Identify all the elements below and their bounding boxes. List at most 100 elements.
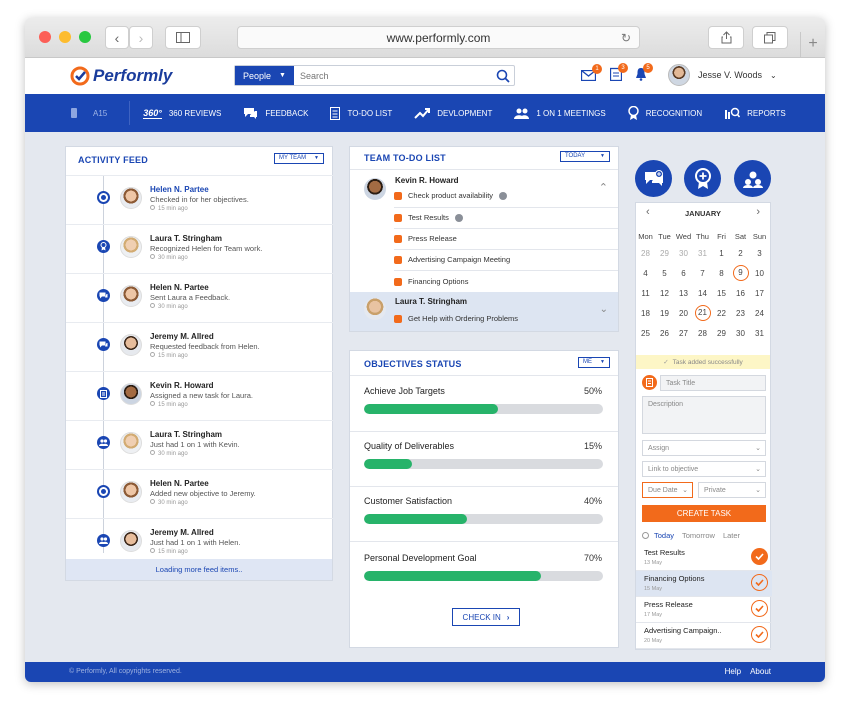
calendar-day[interactable]: 26 bbox=[655, 323, 674, 343]
calendar-day[interactable]: 21 bbox=[693, 303, 712, 323]
address-bar[interactable]: www.performly.com ↻ bbox=[237, 26, 640, 49]
menu-score[interactable]: A15 bbox=[71, 101, 131, 125]
logo[interactable]: Performly bbox=[69, 65, 172, 87]
menu-item-recognition[interactable]: RECOGNITION bbox=[627, 105, 702, 121]
task-complete-toggle[interactable] bbox=[751, 574, 768, 591]
calendar-day[interactable]: 4 bbox=[636, 263, 655, 283]
tabs-button[interactable] bbox=[752, 26, 788, 49]
close-window-button[interactable] bbox=[39, 31, 51, 43]
objective-row[interactable]: Customer Satisfaction 40% bbox=[350, 487, 618, 542]
calendar-day[interactable]: 15 bbox=[712, 283, 731, 303]
calendar-day[interactable]: 12 bbox=[655, 283, 674, 303]
menu-item-development[interactable]: DEVLOPMENT bbox=[414, 107, 492, 119]
task-description-input[interactable]: Description bbox=[642, 396, 766, 434]
calendar-day[interactable]: 3 bbox=[750, 243, 769, 263]
task-list-item[interactable]: Test Results 13 May bbox=[636, 545, 772, 571]
todo-task-laura[interactable]: Get Help with Ordering Problems bbox=[394, 314, 518, 323]
create-task-button[interactable]: CREATE TASK bbox=[642, 505, 766, 522]
tab-tomorrow[interactable]: Tomorrow bbox=[682, 531, 715, 540]
add-recognition-button[interactable] bbox=[684, 160, 721, 197]
add-feedback-button[interactable] bbox=[635, 160, 672, 197]
calendar-day[interactable]: 20 bbox=[674, 303, 693, 323]
calendar-day[interactable]: 30 bbox=[731, 323, 750, 343]
calendar-day[interactable]: 28 bbox=[636, 243, 655, 263]
calendar-day[interactable]: 23 bbox=[731, 303, 750, 323]
task-list-item[interactable]: Financing Options 15 May bbox=[636, 571, 772, 597]
feed-item[interactable]: Helen N. Partee Sent Laura a Feedback. 30 … bbox=[66, 273, 333, 322]
task-complete-toggle[interactable] bbox=[751, 548, 768, 565]
load-more-feed[interactable]: Loading more feed items.. bbox=[66, 559, 332, 580]
calendar-day[interactable]: 30 bbox=[674, 243, 693, 263]
link-objective-select[interactable]: Link to objective ⌄ bbox=[642, 461, 766, 477]
feed-item-name[interactable]: Helen N. Partee bbox=[150, 185, 209, 194]
feed-item-name[interactable]: Jeremy M. Allred bbox=[150, 332, 214, 341]
calendar-day[interactable]: 6 bbox=[674, 263, 693, 283]
chevron-up-icon[interactable]: ⌃ bbox=[599, 181, 608, 194]
new-tab-button[interactable]: + bbox=[800, 32, 825, 58]
minimize-window-button[interactable] bbox=[59, 31, 71, 43]
tab-later[interactable]: Later bbox=[723, 531, 740, 540]
calendar-day[interactable]: 14 bbox=[693, 283, 712, 303]
calendar-day[interactable]: 9 bbox=[731, 263, 750, 283]
objective-row[interactable]: Achieve Job Targets 50% bbox=[350, 377, 618, 432]
feed-item[interactable]: Laura T. Stringham Recognized Helen for T… bbox=[66, 224, 333, 273]
reload-icon[interactable]: ↻ bbox=[621, 27, 631, 49]
calendar-day[interactable]: 19 bbox=[655, 303, 674, 323]
search-scope-select[interactable]: People ▼ bbox=[235, 66, 294, 85]
calendar-day[interactable]: 28 bbox=[693, 323, 712, 343]
calendar-day[interactable]: 17 bbox=[750, 283, 769, 303]
calendar-day[interactable]: 22 bbox=[712, 303, 731, 323]
feed-item[interactable]: Laura T. Stringham Just had 1 on 1 with K… bbox=[66, 420, 333, 469]
menu-item-1on1[interactable]: 1 ON 1 MEETINGS bbox=[514, 108, 606, 119]
help-link[interactable]: Help bbox=[725, 662, 741, 682]
objectives-filter[interactable]: ME ▼ bbox=[578, 357, 610, 368]
team-todo-filter[interactable]: TODAY ▼ bbox=[560, 151, 610, 162]
feed-item[interactable]: Kevin R. Howard Assigned a new task for L… bbox=[66, 371, 333, 420]
search-input[interactable] bbox=[294, 66, 492, 85]
chevron-left-icon[interactable]: ‹ bbox=[646, 206, 650, 218]
feed-item-name[interactable]: Jeremy M. Allred bbox=[150, 528, 214, 537]
feed-item[interactable]: Helen N. Partee Checked in for her object… bbox=[66, 175, 333, 224]
messages-button[interactable]: 1 bbox=[580, 64, 602, 86]
menu-item-360-reviews[interactable]: 360° 360 REVIEWS bbox=[143, 108, 221, 119]
calendar-day[interactable]: 25 bbox=[636, 323, 655, 343]
calendar-day[interactable]: 31 bbox=[693, 243, 712, 263]
calendar-day[interactable]: 8 bbox=[712, 263, 731, 283]
todo-task-3[interactable]: Press Release bbox=[394, 234, 457, 243]
check-in-button[interactable]: CHECK IN › bbox=[452, 608, 520, 626]
maximize-window-button[interactable] bbox=[79, 31, 91, 43]
search-icon[interactable] bbox=[496, 69, 510, 83]
calendar-day[interactable]: 29 bbox=[655, 243, 674, 263]
calendar-day[interactable]: 29 bbox=[712, 323, 731, 343]
calendar-day[interactable]: 7 bbox=[693, 263, 712, 283]
tasks-button[interactable]: 3 bbox=[609, 63, 628, 86]
objective-row[interactable]: Personal Development Goal 70% bbox=[350, 544, 618, 599]
chevron-down-icon[interactable]: ⌄ bbox=[600, 304, 608, 315]
feed-item-name[interactable]: Helen N. Partee bbox=[150, 479, 209, 488]
feed-item[interactable]: Jeremy M. Allred Requested feedback from … bbox=[66, 322, 333, 371]
calendar-day[interactable]: 13 bbox=[674, 283, 693, 303]
task-list-item[interactable]: Advertising Campaign.. 20 May bbox=[636, 623, 772, 649]
menu-item-reports[interactable]: REPORTS bbox=[724, 107, 786, 119]
feed-item-name[interactable]: Laura T. Stringham bbox=[150, 430, 222, 439]
chevron-right-icon[interactable]: › bbox=[756, 206, 760, 218]
tab-today[interactable]: Today bbox=[654, 531, 674, 540]
calendar-day[interactable]: 27 bbox=[674, 323, 693, 343]
back-button[interactable]: ‹ bbox=[105, 26, 129, 49]
feed-item-name[interactable]: Laura T. Stringham bbox=[150, 234, 222, 243]
task-type-icon[interactable] bbox=[642, 375, 657, 390]
todo-task-4[interactable]: Advertising Campaign Meeting bbox=[394, 255, 510, 264]
notifications-button[interactable]: 5 bbox=[635, 63, 653, 86]
todo-task-2[interactable]: Test Results bbox=[394, 213, 463, 222]
assign-select[interactable]: Assign ⌄ bbox=[642, 440, 766, 456]
add-meeting-button[interactable] bbox=[734, 160, 771, 197]
calendar-day[interactable]: 11 bbox=[636, 283, 655, 303]
forward-button[interactable]: › bbox=[129, 26, 153, 49]
user-menu[interactable]: Jesse V. Woods ⌄ bbox=[668, 64, 777, 86]
todo-task-1[interactable]: Check product availability bbox=[394, 191, 508, 200]
objective-row[interactable]: Quality of Deliverables 15% bbox=[350, 432, 618, 487]
share-button[interactable] bbox=[708, 26, 744, 49]
feed-item-name[interactable]: Helen N. Partee bbox=[150, 283, 209, 292]
calendar-day[interactable]: 5 bbox=[655, 263, 674, 283]
calendar-day[interactable]: 18 bbox=[636, 303, 655, 323]
